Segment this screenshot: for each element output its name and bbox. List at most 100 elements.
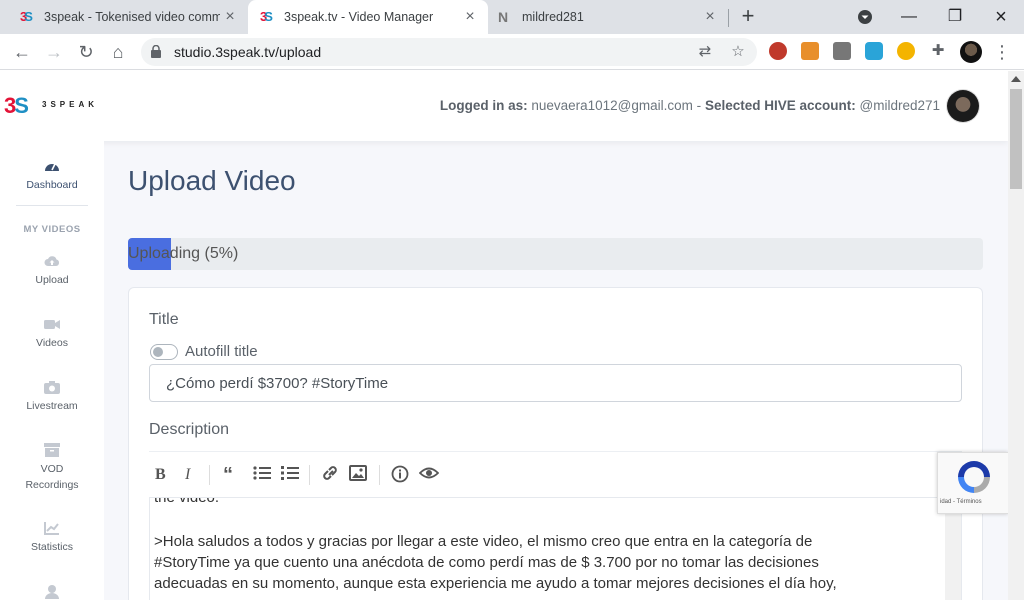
sidebar-item-videos[interactable]: Videos (0, 317, 104, 349)
logo-text: 3SPEAK (42, 100, 99, 109)
info-guide-icon[interactable] (391, 465, 409, 485)
avatar[interactable] (947, 90, 979, 122)
restore-window-icon[interactable]: ❐ (942, 4, 968, 30)
url-text: studio.3speak.tv/upload (174, 44, 322, 60)
browser-tab-strip: 3S 3speak - Tokenised video commu × 3S 3… (0, 0, 1024, 34)
sidebar-item-label: Statistics (30, 541, 73, 553)
sidebar-item-vod-recordings[interactable]: VOD Recordings (0, 443, 104, 491)
recaptcha-badge[interactable]: idad - Términos (937, 452, 1008, 514)
dashboard-gauge-icon (45, 163, 59, 171)
cloud-upload-icon (44, 256, 60, 266)
bookmark-star-icon[interactable]: ☆ (729, 43, 747, 61)
browser-menu-icon[interactable]: ⋮ (993, 40, 1011, 64)
studio-page: 3S 3SPEAK Logged in as: nuevaera1012@gma… (0, 71, 1008, 600)
line-chart-icon (44, 522, 59, 535)
studio-header: 3S 3SPEAK Logged in as: nuevaera1012@gma… (0, 71, 1008, 141)
tab-separator (728, 9, 729, 27)
sidebar-item-label: VOD (40, 463, 64, 475)
separator: - (696, 98, 702, 113)
sidebar-section-heading: MY VIDEOS (23, 224, 81, 235)
3speak-favicon-icon: 3S (20, 9, 33, 24)
italic-icon[interactable]: I (185, 465, 190, 485)
sidebar-item-account[interactable] (0, 585, 104, 600)
extension-icon[interactable] (833, 42, 851, 60)
preview-eye-icon[interactable] (418, 465, 440, 485)
sidebar-item-dashboard[interactable]: Dashboard (0, 159, 104, 191)
image-icon[interactable] (349, 465, 367, 485)
sidebar: Dashboard MY VIDEOS Upload Videos Livest… (0, 141, 104, 600)
ordered-list-icon[interactable] (281, 465, 299, 485)
browser-tab-mildred[interactable]: N mildred281 × (488, 0, 728, 34)
home-icon[interactable]: ⌂ (106, 40, 130, 64)
description-editor-toolbar: B I “ (149, 451, 962, 497)
browser-toolbar: ← → ↻ ⌂ studio.3speak.tv/upload ⇄ ☆ ✚ ⋮ (0, 34, 1024, 70)
browser-tab-video-manager[interactable]: 3S 3speak.tv - Video Manager × (248, 0, 488, 34)
toggle-knob (153, 347, 163, 357)
logged-in-label: Logged in as: (439, 98, 528, 113)
scroll-up-arrow-icon[interactable] (1011, 76, 1021, 82)
nf-favicon-icon: N (498, 9, 509, 25)
browser-profile-avatar[interactable] (960, 41, 982, 63)
sidebar-item-label: Dashboard (26, 179, 78, 191)
page-scrollbar[interactable] (1008, 71, 1024, 600)
sidebar-divider (16, 205, 88, 206)
forward-arrow-icon[interactable]: → (42, 40, 66, 64)
archive-box-icon (44, 443, 60, 457)
scrollbar-thumb[interactable] (1010, 89, 1022, 189)
toolbar-separator (379, 465, 380, 485)
reload-icon[interactable]: ↻ (74, 40, 98, 64)
browser-tab-3speak-home[interactable]: 3S 3speak - Tokenised video commu × (0, 0, 248, 34)
sidebar-item-upload[interactable]: Upload (0, 254, 104, 286)
description-field-label: Description (149, 421, 230, 438)
toolbar-separator (309, 465, 310, 485)
description-editor[interactable]: the video. >Hola saludos a todos y graci… (149, 497, 962, 600)
upload-form-card: Title Autofill title Description B I “ (128, 287, 983, 600)
extension-icon[interactable] (769, 42, 787, 60)
page-title: Upload Video (128, 165, 296, 196)
login-info: Logged in as: nuevaera1012@gmail.com - S… (440, 98, 940, 113)
autofill-title-toggle[interactable] (150, 344, 178, 360)
tab-title: mildred281 (522, 10, 584, 24)
bold-icon[interactable]: B (155, 465, 166, 485)
video-camera-icon (44, 320, 60, 329)
quote-icon[interactable]: “ (223, 465, 233, 485)
upload-progress-bar: Uploading (5%) (128, 238, 983, 270)
upload-progress-label: Uploading (5%) (128, 245, 239, 262)
lock-icon (151, 45, 161, 58)
metamask-icon[interactable] (801, 42, 819, 60)
address-bar[interactable]: studio.3speak.tv/upload ⇄ ☆ (141, 38, 757, 66)
title-field-label: Title (149, 311, 179, 328)
autofill-title-label: Autofill title (185, 343, 258, 360)
title-input[interactable] (149, 364, 962, 402)
close-tab-icon[interactable]: × (222, 9, 238, 25)
unordered-list-icon[interactable] (253, 465, 271, 485)
hive-account-label: Selected HIVE account: (704, 98, 856, 113)
minimize-window-icon[interactable]: — (896, 4, 922, 30)
camera-icon (44, 381, 60, 394)
sidebar-item-label: Livestream (26, 400, 78, 412)
sidebar-item-label: Upload (35, 274, 69, 286)
tab-search-icon[interactable] (852, 4, 878, 30)
sidebar-item-label: Videos (36, 337, 68, 349)
translate-icon[interactable]: ⇄ (696, 43, 714, 61)
close-tab-icon[interactable]: × (462, 9, 478, 25)
link-icon[interactable] (321, 465, 339, 485)
extension-icon[interactable] (897, 42, 915, 60)
back-arrow-icon[interactable]: ← (10, 40, 34, 64)
close-window-icon[interactable]: × (988, 4, 1014, 30)
3speak-logo[interactable]: 3S (4, 93, 29, 119)
3speak-favicon-icon: 3S (260, 9, 273, 24)
puzzle-extensions-icon[interactable]: ✚ (929, 42, 947, 60)
sidebar-item-statistics[interactable]: Statistics (0, 521, 104, 553)
description-text: >Hola saludos a todos y gracias por lleg… (154, 533, 837, 592)
extension-icon[interactable] (865, 42, 883, 60)
tab-title: 3speak.tv - Video Manager (284, 10, 434, 24)
hive-account: @mildred271 (859, 98, 941, 113)
logged-in-email: nuevaera1012@gmail.com (531, 98, 693, 113)
user-icon (45, 585, 59, 599)
close-tab-icon[interactable]: × (702, 9, 718, 25)
description-text-cutoff: the video. (154, 497, 220, 506)
sidebar-item-livestream[interactable]: Livestream (0, 380, 104, 412)
recaptcha-logo-icon (958, 461, 990, 493)
new-tab-plus-icon[interactable]: + (737, 5, 759, 28)
